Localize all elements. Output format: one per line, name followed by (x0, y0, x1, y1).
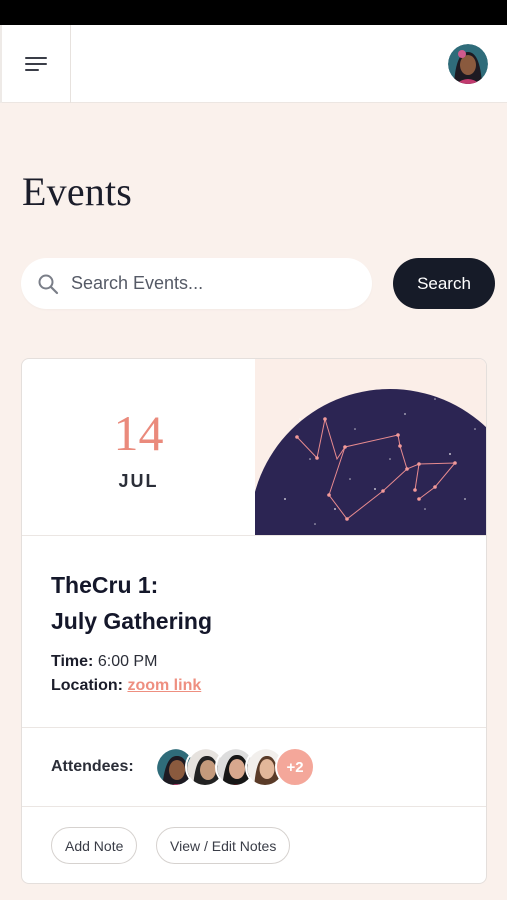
top-bar (0, 25, 507, 103)
search-box[interactable] (21, 258, 372, 309)
view-edit-notes-button[interactable]: View / Edit Notes (156, 827, 291, 864)
divider (22, 727, 486, 728)
event-day: 14 (113, 405, 164, 461)
search-icon (38, 274, 59, 294)
event-time: Time: 6:00 PM (51, 653, 157, 671)
add-note-button[interactable]: Add Note (51, 827, 138, 864)
event-title-line1: TheCru 1: (51, 572, 159, 598)
zoom-link[interactable]: zoom link (127, 677, 201, 694)
event-card: 14 JUL TheCru 1: July Gathering Time: 6:… (21, 358, 487, 884)
more-attendees-badge[interactable]: +2 (275, 747, 315, 787)
constellation-image (255, 359, 486, 535)
location-label: Location: (51, 677, 123, 694)
event-location: Location: zoom link (51, 677, 201, 695)
event-title-line2: July Gathering (51, 608, 213, 634)
search-button[interactable]: Search (393, 258, 495, 309)
page-title: Events (22, 169, 133, 214)
divider (22, 535, 486, 536)
status-bar (0, 0, 507, 25)
event-month: JUL (118, 471, 159, 491)
time-value: 6:00 PM (97, 653, 158, 670)
attendees-list[interactable]: +2 (155, 747, 325, 787)
event-date: 14 JUL (22, 359, 255, 535)
time-label: Time: (51, 653, 94, 670)
event-title: TheCru 1: July Gathering (51, 567, 451, 639)
divider (22, 806, 486, 807)
hamburger-menu-icon (25, 57, 47, 71)
attendees-label: Attendees: (51, 758, 134, 775)
menu-button[interactable] (0, 25, 71, 103)
search-input[interactable] (71, 273, 341, 294)
user-avatar[interactable] (448, 44, 488, 84)
